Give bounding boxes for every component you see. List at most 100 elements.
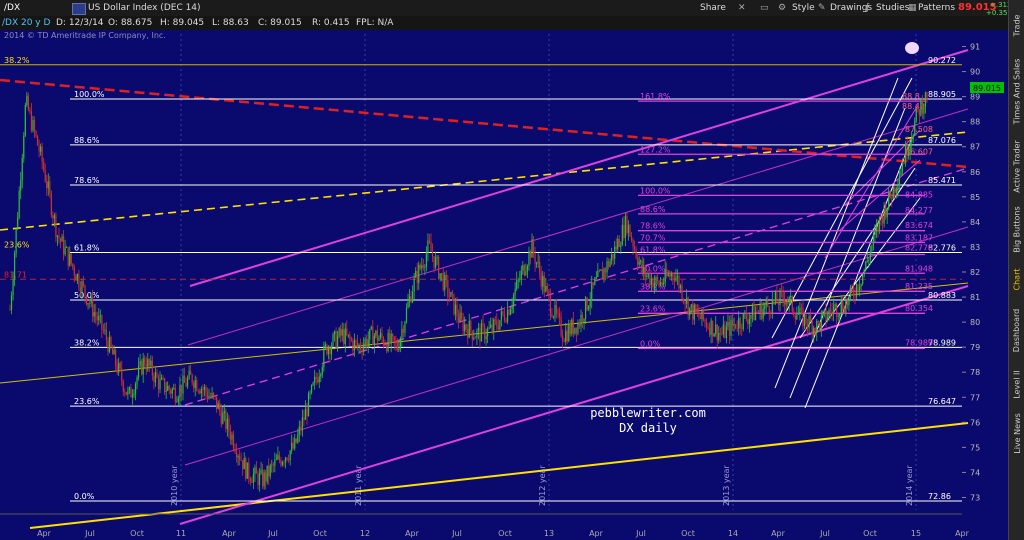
candle-body xyxy=(865,261,867,271)
x-tick-label: Jul xyxy=(819,529,830,538)
candle-body xyxy=(716,324,718,341)
tab-live-news[interactable]: Live News xyxy=(1009,408,1024,458)
candle-body xyxy=(494,319,496,321)
candle-body xyxy=(52,214,54,219)
candle-body xyxy=(81,281,83,293)
candle-body xyxy=(563,340,565,342)
candle-body xyxy=(757,311,760,313)
candle-body xyxy=(742,313,744,329)
candle-body xyxy=(589,300,591,307)
patterns-icon[interactable]: ▦ xyxy=(908,0,917,16)
candle-body xyxy=(393,336,395,343)
candle-body xyxy=(352,340,354,351)
candle-body xyxy=(591,282,593,301)
candle-body xyxy=(428,240,431,242)
time-axis[interactable]: Apr Jul Oct 11 Apr Jul Oct 12 Apr Jul Oct 13 Apr Jul O… xyxy=(0,513,970,538)
candle-body xyxy=(150,360,152,366)
candle-body xyxy=(516,280,518,289)
candle-body xyxy=(468,320,470,338)
tab-chart[interactable]: Chart xyxy=(1009,262,1024,296)
candle-body xyxy=(877,225,879,231)
tab-trade[interactable]: Trade xyxy=(1009,10,1024,40)
studies-icon[interactable]: ƒ xyxy=(866,0,869,16)
candle-body xyxy=(40,146,42,152)
candle-body xyxy=(513,294,515,306)
side-tab-panel: Trade Times And Sales Active Trader Big … xyxy=(1008,0,1024,540)
candle-body xyxy=(707,327,709,329)
candle-body xyxy=(485,336,487,340)
symbol-input[interactable]: /DX xyxy=(4,0,20,16)
tab-big-buttons[interactable]: Big Buttons xyxy=(1009,202,1024,257)
candle-body xyxy=(310,385,313,393)
candle-body xyxy=(568,324,570,342)
pencil-icon[interactable]: ✎ xyxy=(818,0,826,16)
candle-body xyxy=(522,265,524,271)
candle-body xyxy=(180,385,183,394)
candle-body xyxy=(145,364,147,370)
candle-body xyxy=(292,442,294,449)
window-icon[interactable]: ▭ xyxy=(760,0,769,16)
candle-body xyxy=(738,318,740,329)
candle-body xyxy=(528,250,530,267)
candle-body xyxy=(689,307,691,316)
close-icon[interactable]: ✕ xyxy=(738,0,746,16)
watermark-line2: DX daily xyxy=(619,421,677,435)
patterns-menu[interactable]: Patterns xyxy=(918,0,955,16)
candle-body xyxy=(304,408,307,420)
fib-value-mid: 81.235 xyxy=(905,282,933,291)
fib-label-left: 100.0% xyxy=(74,90,105,99)
candle-body xyxy=(574,327,576,334)
candle-body xyxy=(551,313,553,317)
candle-body xyxy=(50,193,52,215)
candle-body xyxy=(491,324,493,332)
candle-body xyxy=(852,289,855,296)
style-menu[interactable]: Style xyxy=(792,0,815,16)
candle-body xyxy=(442,273,444,290)
candle-body xyxy=(482,323,484,326)
candle-body xyxy=(894,186,896,193)
tab-times-and-sales[interactable]: Times And Sales xyxy=(1009,52,1024,130)
candle-body xyxy=(130,387,132,398)
price-chart[interactable]: 2010 year 2011 year 2012 year 2013 year 2014… xyxy=(0,0,1008,540)
tab-active-trader[interactable]: Active Trader xyxy=(1009,135,1024,197)
period-label[interactable]: /DX 20 y D xyxy=(2,16,50,30)
candle-body xyxy=(434,257,437,268)
candle-body xyxy=(355,340,357,342)
candle-body xyxy=(595,276,597,279)
candle-body xyxy=(914,120,916,136)
candle-body xyxy=(252,474,255,483)
tab-level-ii[interactable]: Level II xyxy=(1009,364,1024,404)
candle-body xyxy=(656,277,659,282)
candle-body xyxy=(822,311,824,316)
candle-body xyxy=(297,434,299,443)
candle-body xyxy=(782,291,784,299)
share-button[interactable]: Share xyxy=(700,0,726,16)
gear-icon[interactable]: ⚙ xyxy=(778,0,786,16)
candle-body xyxy=(358,344,360,347)
candle-body xyxy=(500,311,503,321)
fib-value-mid: 84.885 xyxy=(905,191,933,200)
y-tick-label: 77 xyxy=(970,393,980,402)
candle-body xyxy=(338,328,340,337)
candle-body xyxy=(148,359,150,366)
candle-body xyxy=(750,315,752,319)
candle-body xyxy=(317,379,319,383)
studies-menu[interactable]: Studies xyxy=(876,0,909,16)
candle-body xyxy=(93,312,95,317)
price-axis[interactable]: 73 74 75 76 77 78 79 80 81 82 83 84 85 86 87 88 89 90 91 xyxy=(962,43,980,503)
candle-body xyxy=(141,360,143,375)
candle-body xyxy=(438,257,440,279)
x-tick-label: Apr xyxy=(589,529,604,538)
candle-body xyxy=(643,266,645,273)
fib-value-mid: 88.8 xyxy=(902,92,920,101)
candle-body xyxy=(696,311,698,313)
tab-dashboard[interactable]: Dashboard xyxy=(1009,302,1024,358)
candle-body xyxy=(791,295,793,312)
candle-body xyxy=(240,459,242,461)
candle-body xyxy=(534,253,536,264)
candle-body xyxy=(646,275,648,278)
candle-body xyxy=(926,92,928,101)
candle-body xyxy=(813,327,815,335)
y-tick-label: 74 xyxy=(970,468,980,477)
candle-body xyxy=(480,323,483,342)
